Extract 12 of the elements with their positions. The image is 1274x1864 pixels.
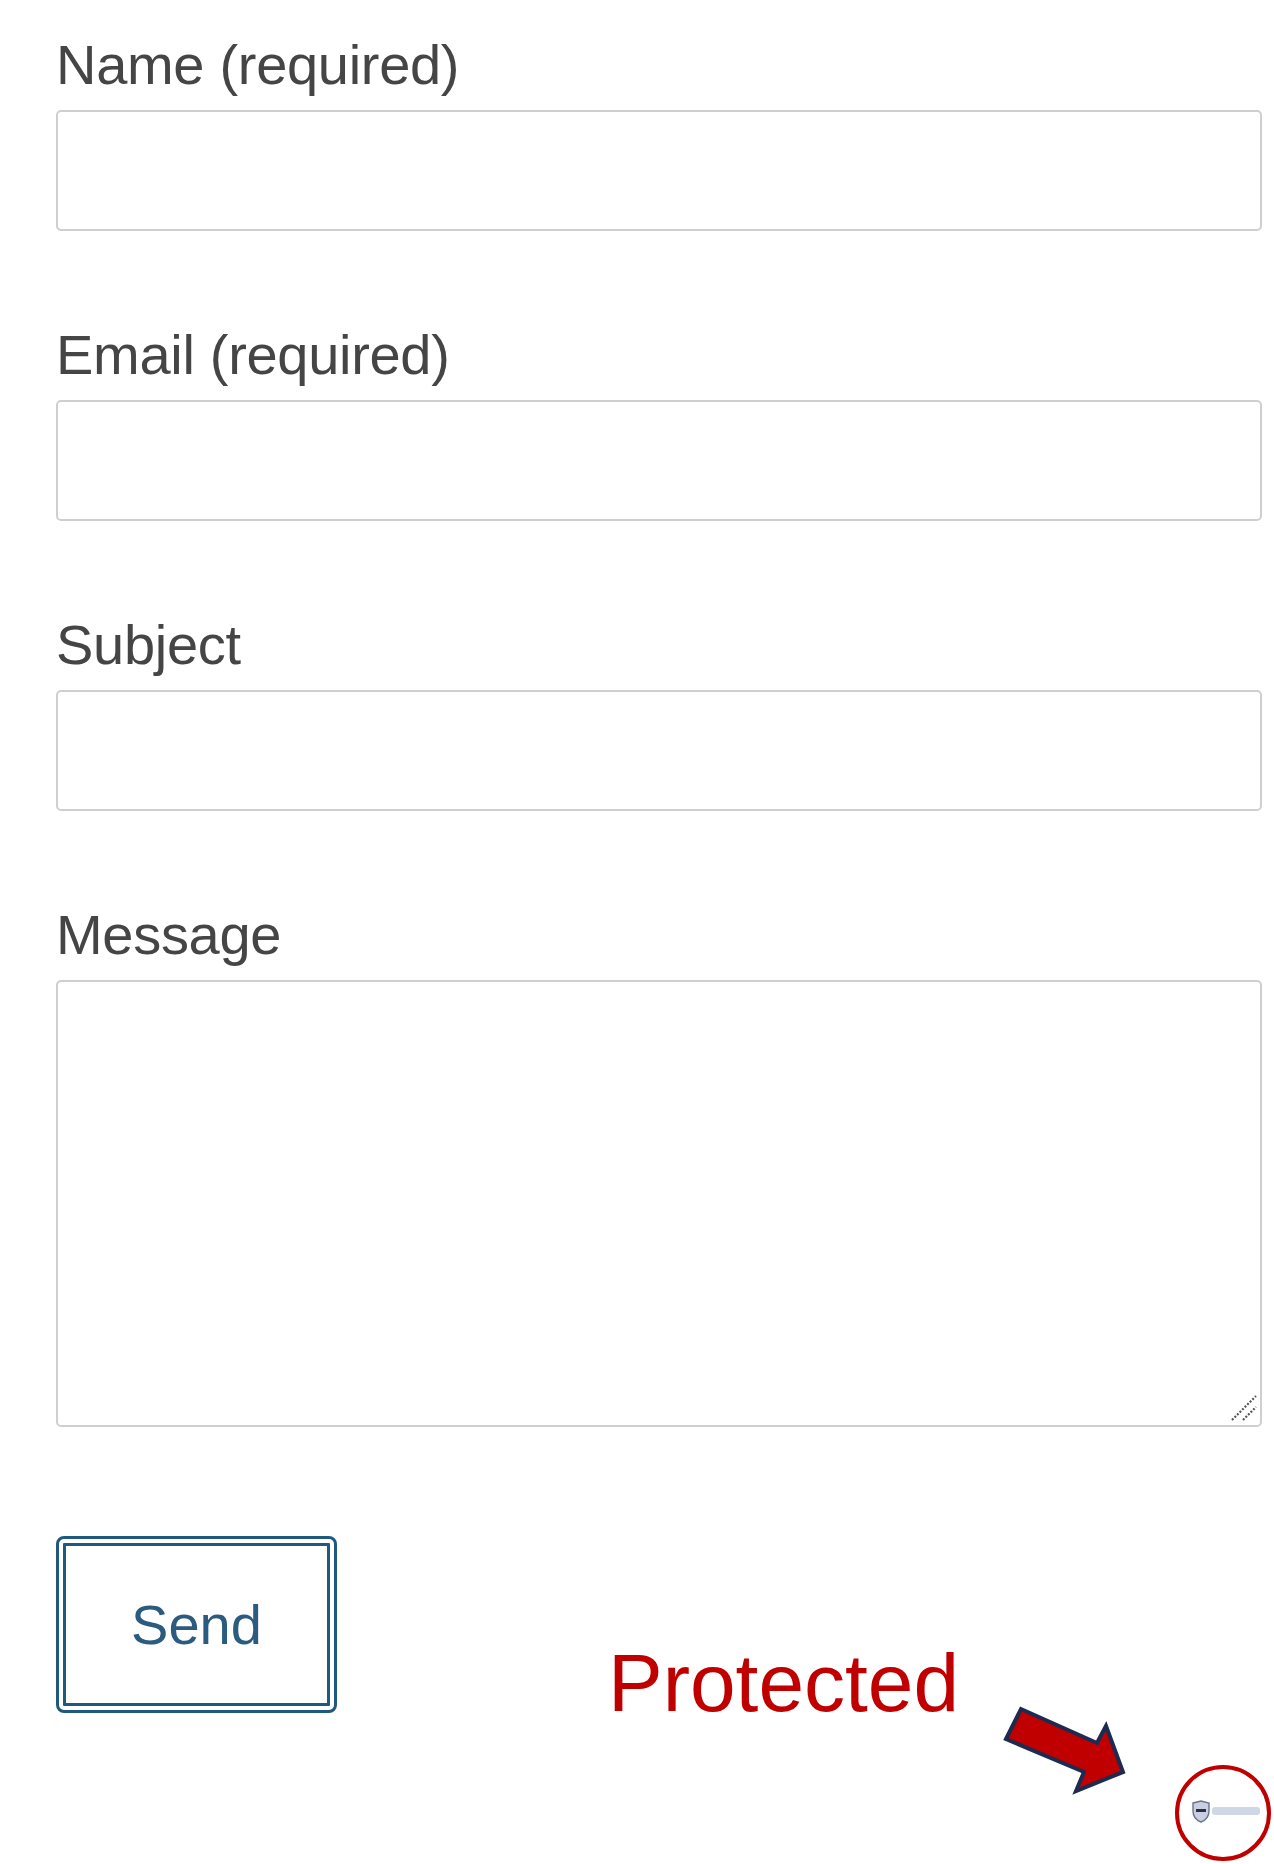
resize-handle-icon[interactable] — [1230, 1394, 1258, 1422]
field-label: Subject — [56, 612, 242, 678]
message-field[interactable] — [56, 980, 1262, 1427]
field-label: Name (required) — [56, 32, 461, 98]
badge-icon — [1192, 1800, 1260, 1823]
annotation-text: Protected — [608, 1642, 959, 1724]
text-field[interactable] — [56, 690, 1262, 811]
field-label: Message — [56, 902, 283, 968]
send-button[interactable]: Send — [56, 1536, 337, 1713]
field-label: Email (required) — [56, 322, 451, 388]
text-field[interactable] — [56, 110, 1262, 231]
text-field[interactable] — [56, 400, 1262, 521]
